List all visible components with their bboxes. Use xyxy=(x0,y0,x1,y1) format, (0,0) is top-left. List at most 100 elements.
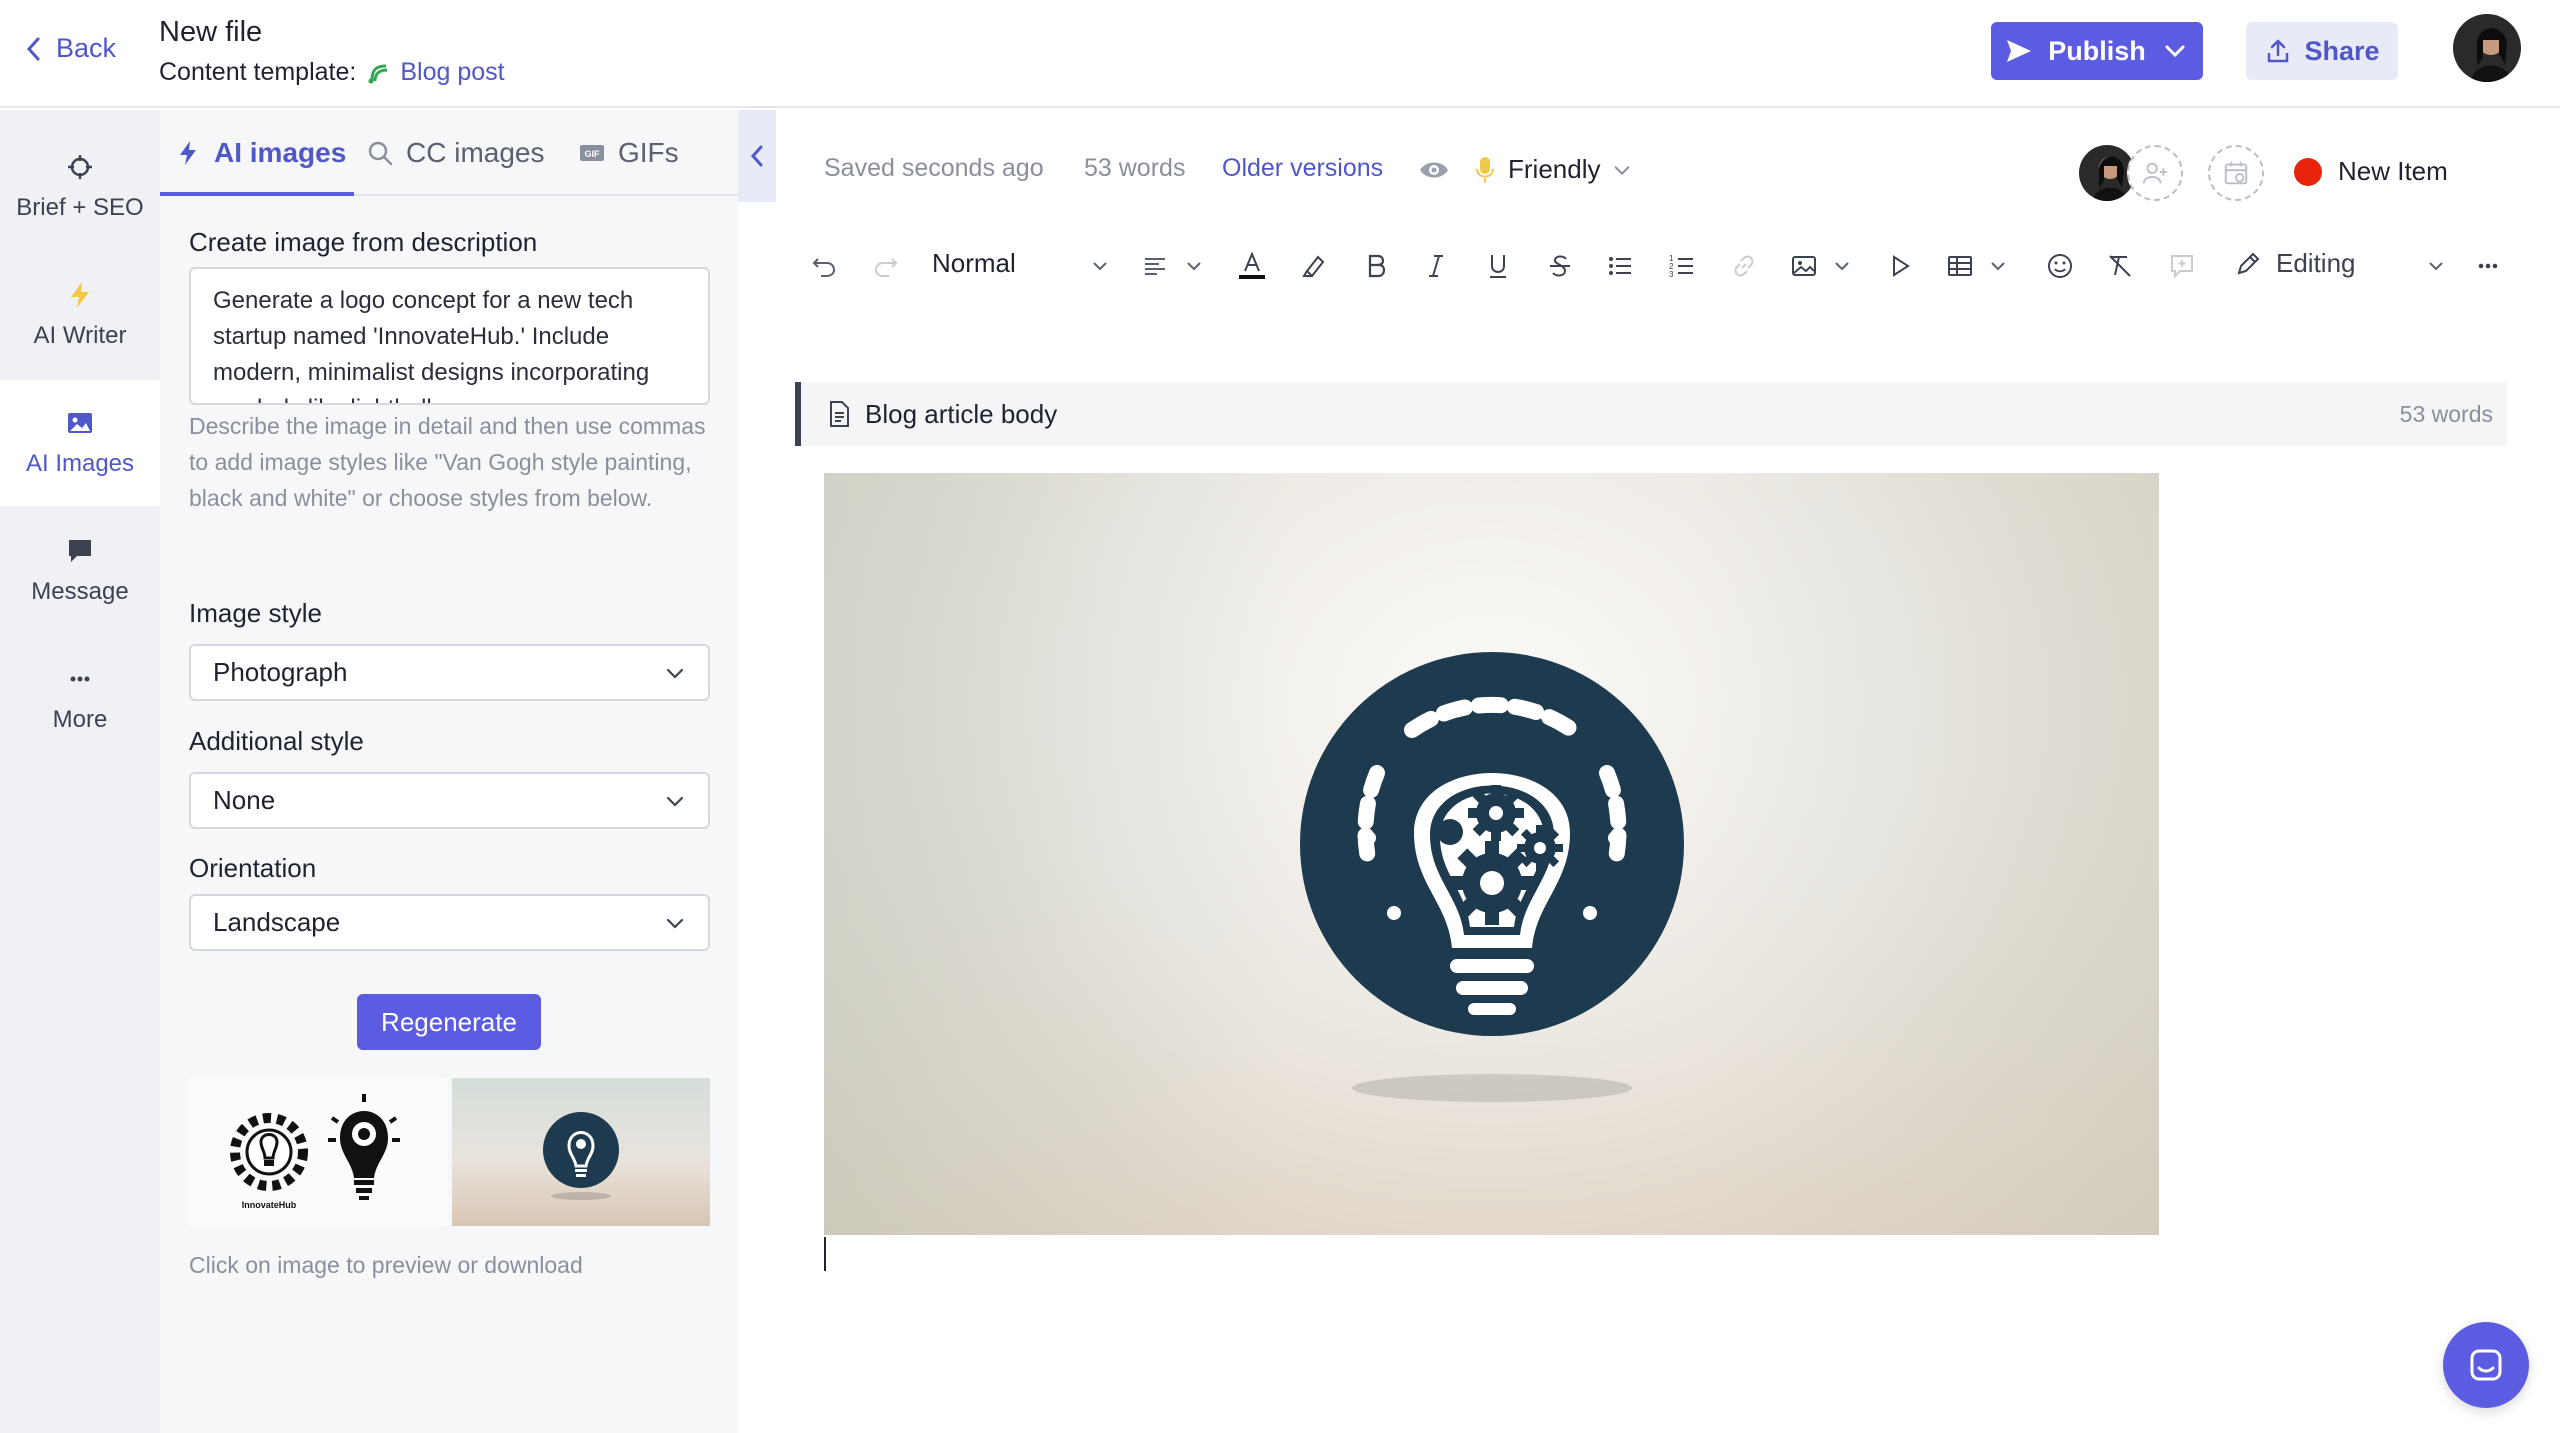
chevron-down-icon xyxy=(666,668,684,679)
inserted-image[interactable] xyxy=(824,473,2159,1235)
more-options-button[interactable] xyxy=(2468,246,2508,286)
schedule-button[interactable] xyxy=(2208,145,2264,201)
more-icon xyxy=(70,676,90,682)
numbered-list-icon: 123 xyxy=(1669,254,1693,279)
underline-button[interactable] xyxy=(1478,246,1518,286)
insert-video-button[interactable] xyxy=(1880,246,1920,286)
lightning-icon xyxy=(71,282,89,308)
back-label: Back xyxy=(56,33,117,63)
rail-label: AI Writer xyxy=(33,322,127,349)
rail-item-message[interactable]: Message xyxy=(0,508,160,634)
pencil-icon xyxy=(2237,252,2260,274)
chevron-down-icon xyxy=(1093,262,1107,271)
table-icon xyxy=(1948,256,1972,276)
clear-format-icon xyxy=(2109,255,2131,277)
generated-image-thumbnail-1[interactable]: InnovateHub xyxy=(189,1078,447,1226)
undo-button[interactable] xyxy=(804,246,844,286)
svg-text:GIF: GIF xyxy=(585,149,601,159)
numbered-list-button[interactable]: 123 xyxy=(1662,246,1702,286)
additional-style-select[interactable]: None xyxy=(189,772,710,829)
tab-cc-images[interactable]: CC images xyxy=(366,110,544,196)
active-tab-indicator xyxy=(160,192,354,196)
editing-mode-select[interactable]: Editing xyxy=(2234,248,2356,279)
left-nav-rail: Brief + SEO AI Writer AI Images Message … xyxy=(0,110,160,1433)
italic-button[interactable] xyxy=(1416,246,1456,286)
underline-icon xyxy=(1490,255,1506,278)
table-dropdown-caret[interactable] xyxy=(1978,246,2018,286)
image-dropdown-caret[interactable] xyxy=(1822,246,1862,286)
editing-mode-label: Editing xyxy=(2276,248,2356,278)
tone-value: Friendly xyxy=(1508,154,1601,184)
rail-label: AI Images xyxy=(25,450,135,477)
regenerate-button[interactable]: Regenerate xyxy=(357,994,541,1050)
more-icon xyxy=(2478,263,2498,269)
workflow-status[interactable]: New Item xyxy=(2294,156,2448,187)
bullet-list-button[interactable] xyxy=(1600,246,1640,286)
orientation-select[interactable]: Landscape xyxy=(189,894,710,951)
rail-item-more[interactable]: More xyxy=(0,636,160,762)
search-icon xyxy=(368,141,393,166)
clear-format-button[interactable] xyxy=(2100,246,2140,286)
panel-tabs: AI images CC images GIF GIFs xyxy=(160,110,738,196)
chevron-left-icon xyxy=(26,37,40,60)
share-button[interactable]: Share xyxy=(2246,22,2398,80)
document-icon xyxy=(830,401,849,427)
user-avatar[interactable] xyxy=(2453,14,2521,82)
template-name: Blog post xyxy=(400,58,505,86)
save-status: Saved seconds ago xyxy=(824,154,1044,182)
description-input[interactable]: Generate a logo concept for a new tech s… xyxy=(189,267,710,405)
paragraph-format-select[interactable]: Normal xyxy=(932,248,1016,279)
template-link[interactable]: Blog post xyxy=(366,58,505,87)
bullet-list-icon xyxy=(1609,257,1631,275)
redo-button[interactable] xyxy=(866,246,906,286)
link-button[interactable] xyxy=(1724,246,1764,286)
gif-icon: GIF xyxy=(580,145,604,161)
bold-button[interactable] xyxy=(1356,246,1396,286)
add-comment-button[interactable] xyxy=(2162,246,2202,286)
rail-item-brief-seo[interactable]: Brief + SEO xyxy=(0,124,160,250)
highlight-button[interactable] xyxy=(1294,246,1334,286)
play-icon xyxy=(1893,255,1910,277)
strikethrough-button[interactable] xyxy=(1540,246,1580,286)
template-icon xyxy=(368,64,388,83)
message-icon xyxy=(69,540,91,562)
rail-label: Brief + SEO xyxy=(16,194,144,221)
align-button[interactable] xyxy=(1135,246,1175,286)
chevron-down-icon xyxy=(666,796,684,807)
orientation-label: Orientation xyxy=(189,853,317,883)
file-title[interactable]: New file xyxy=(159,16,262,49)
generated-image-thumbnail-2[interactable] xyxy=(452,1078,710,1226)
align-dropdown-caret[interactable] xyxy=(1174,246,1214,286)
undo-icon xyxy=(812,258,836,277)
image-style-select[interactable]: Photograph xyxy=(189,644,710,701)
description-hint: Describe the image in detail and then us… xyxy=(189,413,706,511)
comment-add-icon xyxy=(2171,255,2193,279)
eye-icon[interactable] xyxy=(1418,158,1450,182)
section-header[interactable]: Blog article body 53 words xyxy=(795,382,2507,446)
older-versions-link[interactable]: Older versions xyxy=(1222,154,1383,183)
collapse-panel-button[interactable] xyxy=(738,110,776,202)
orientation-value: Landscape xyxy=(213,907,341,937)
lightning-icon xyxy=(180,141,196,165)
link-icon xyxy=(1734,255,1754,277)
text-color-button[interactable] xyxy=(1232,246,1272,286)
support-chat-button[interactable] xyxy=(2443,1322,2529,1408)
section-title: Blog article body xyxy=(865,398,1058,429)
rail-item-ai-writer[interactable]: AI Writer xyxy=(0,252,160,378)
emoji-button[interactable] xyxy=(2040,246,2080,286)
tab-ai-images[interactable]: AI images xyxy=(174,110,346,196)
editing-dropdown-caret[interactable] xyxy=(2416,246,2456,286)
add-collaborator-button[interactable] xyxy=(2127,145,2183,201)
back-button[interactable]: Back xyxy=(24,33,116,64)
additional-style-value: None xyxy=(213,785,276,815)
text-color-icon xyxy=(1239,251,1265,279)
insert-image-button[interactable] xyxy=(1784,246,1824,286)
rail-label: Message xyxy=(31,578,129,605)
rail-item-ai-images[interactable]: AI Images xyxy=(0,380,160,506)
image-icon xyxy=(68,413,92,433)
insert-table-button[interactable] xyxy=(1940,246,1980,286)
tab-gifs[interactable]: GIF GIFs xyxy=(578,110,679,196)
publish-button[interactable]: Publish xyxy=(1991,22,2203,80)
format-dropdown-caret[interactable] xyxy=(1080,246,1120,286)
tone-selector[interactable]: Friendly xyxy=(1474,154,1632,185)
